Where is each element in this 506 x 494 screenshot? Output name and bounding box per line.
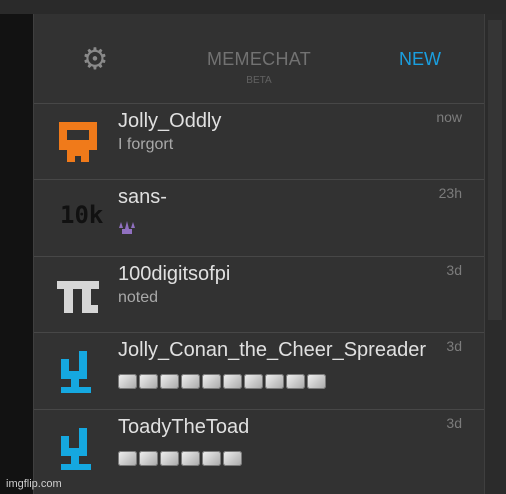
10k-avatar: 10k: [60, 201, 104, 229]
emoji-icon: [244, 374, 263, 389]
emoji-icon: [118, 374, 137, 389]
emoji-icon: [160, 374, 179, 389]
emoji-preview: [118, 451, 242, 466]
conversation-name: Jolly_Oddly: [118, 110, 222, 132]
message-preview: noted: [118, 289, 159, 306]
conversation-row[interactable]: Jolly_Conan_the_Cheer_Spreader 3d: [34, 333, 484, 410]
emoji-icon: [223, 374, 242, 389]
emoji-icon: [202, 374, 221, 389]
blue-pixel-stool-icon: [61, 351, 91, 393]
blue-pixel-stool-icon: [61, 428, 91, 470]
timestamp: 23h: [438, 185, 462, 201]
conversation-name: Jolly_Conan_the_Cheer_Spreader: [118, 339, 426, 361]
emoji-icon: [181, 451, 200, 466]
conversation-name: 100digitsofpi: [118, 263, 231, 285]
left-panel: [0, 14, 33, 494]
message-preview: I forgort: [118, 136, 174, 153]
emoji-preview: [118, 374, 326, 389]
emoji-icon: [160, 451, 179, 466]
app-title: MEMECHAT: [206, 49, 312, 69]
timestamp: 3d: [446, 262, 462, 278]
conversation-name: sans-: [118, 186, 167, 208]
timestamp: now: [436, 109, 462, 125]
conversation-row[interactable]: 10k sans- 23h: [34, 180, 484, 257]
beta-label: BETA: [246, 75, 272, 86]
emoji-icon: [202, 451, 221, 466]
right-scrollbar[interactable]: [484, 14, 506, 494]
purple-sparkle-icon: [119, 221, 135, 234]
emoji-icon: [286, 374, 305, 389]
conversation-name: ToadyTheToad: [118, 416, 250, 438]
timestamp: 3d: [446, 415, 462, 431]
emoji-icon: [118, 451, 137, 466]
timestamp: 3d: [446, 338, 462, 354]
emoji-icon: [139, 451, 158, 466]
orange-pixel-face-icon: [59, 122, 97, 162]
conversation-row[interactable]: 100digitsofpi noted 3d: [34, 257, 484, 333]
chat-panel: ⚙ MEMECHAT BETA NEW Jolly_Oddly I forgor…: [33, 14, 485, 494]
conversation-row[interactable]: ToadyTheToad 3d: [34, 410, 484, 485]
watermark: imgflip.com: [6, 478, 62, 490]
scrollbar-thumb[interactable]: [488, 20, 502, 320]
emoji-icon: [265, 374, 284, 389]
emoji-icon: [139, 374, 158, 389]
conversation-row[interactable]: Jolly_Oddly I forgort now: [34, 104, 484, 180]
chat-header: ⚙ MEMECHAT BETA NEW: [34, 14, 484, 104]
new-chat-button[interactable]: NEW: [399, 49, 441, 70]
top-strip: [0, 0, 506, 14]
emoji-icon: [181, 374, 200, 389]
emoji-icon: [307, 374, 326, 389]
emoji-icon: [223, 451, 242, 466]
pi-symbol-icon: [57, 281, 99, 313]
gear-icon[interactable]: ⚙: [79, 44, 111, 76]
